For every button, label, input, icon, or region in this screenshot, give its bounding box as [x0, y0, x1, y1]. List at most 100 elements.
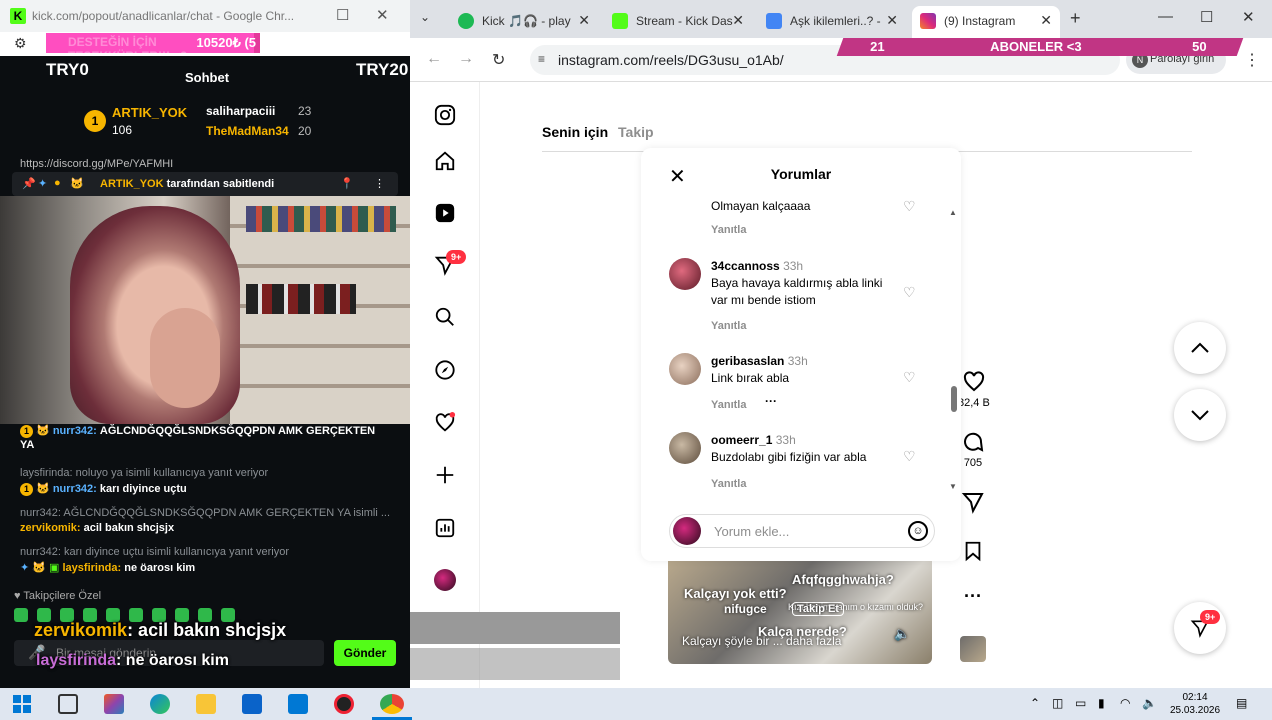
like-comment-icon[interactable]: ♡ — [903, 198, 916, 215]
restore-icon[interactable]: ☐ — [336, 6, 349, 24]
add-comment-input[interactable]: Yorum ekle... ☺ — [669, 514, 935, 548]
search-icon[interactable] — [434, 306, 456, 328]
avatar[interactable] — [669, 432, 701, 464]
reply-link[interactable]: Yanıtla — [711, 397, 746, 414]
close-window-icon[interactable]: ✕ — [1242, 8, 1255, 26]
left-titlebar: K kick.com/popout/anadlicanlar/chat - Go… — [0, 0, 410, 32]
tab-strip: ⌄ Kick 🎵🎧 - play ✕ Stream - Kick Das ✕ Aşk… — [410, 0, 1272, 38]
outlook-icon[interactable] — [288, 694, 308, 714]
copilot-icon[interactable] — [104, 694, 124, 714]
tab-close-icon[interactable]: ✕ — [578, 12, 590, 29]
previous-reel-button[interactable] — [1174, 322, 1226, 374]
reload-icon[interactable]: ↻ — [492, 50, 505, 70]
emoji-icon[interactable]: ☺ — [908, 521, 928, 541]
scroll-down-icon[interactable]: ▼ — [949, 482, 957, 491]
tray-device-icon[interactable]: ▭ — [1075, 696, 1086, 710]
more-options-icon[interactable]: ··· — [964, 586, 982, 607]
create-plus-icon[interactable] — [434, 464, 456, 486]
profile-avatar[interactable] — [434, 569, 456, 591]
sub-goal-current: 21 — [870, 39, 885, 54]
file-explorer-icon[interactable] — [196, 694, 216, 714]
tab-kick-play[interactable]: Kick 🎵🎧 - play ✕ — [450, 6, 598, 38]
reply-link[interactable]: Yanıtla — [711, 476, 746, 493]
edge-icon[interactable] — [150, 694, 170, 714]
forward-icon[interactable]: → — [458, 50, 474, 68]
tab-close-icon[interactable]: ✕ — [732, 12, 744, 29]
rank-1-badge-icon: 1 — [84, 110, 106, 132]
tab-close-icon[interactable]: ✕ — [1040, 12, 1052, 29]
comment-author[interactable]: oomeerr_1 33h — [711, 432, 796, 449]
home-icon[interactable] — [434, 150, 456, 172]
messages-fab[interactable]: 9+ — [1174, 602, 1226, 654]
scroll-up-icon[interactable]: ▲ — [949, 208, 957, 217]
notifications-heart-icon[interactable] — [434, 412, 456, 434]
reply-link[interactable]: Yanıtla — [711, 222, 746, 239]
like-comment-icon[interactable]: ♡ — [903, 369, 916, 386]
share-icon[interactable] — [961, 490, 985, 514]
tray-chevron-icon[interactable]: ⌃ — [1030, 696, 1040, 710]
like-comment-icon[interactable]: ♡ — [903, 448, 916, 465]
tab-kick-stream[interactable]: Stream - Kick Das ✕ — [604, 6, 752, 38]
windows-start-icon[interactable] — [12, 694, 32, 714]
tab-search-icon[interactable]: ⌄ — [420, 10, 430, 24]
system-clock[interactable]: 02:14 25.03.2026 — [1160, 691, 1230, 717]
reels-icon[interactable] — [434, 202, 456, 224]
comment-author[interactable]: geribasaslan 33h — [711, 353, 808, 370]
tray-meet-icon[interactable]: ◫ — [1052, 696, 1063, 710]
kick-icon — [612, 13, 628, 29]
scrollbar-thumb[interactable] — [951, 386, 957, 412]
dashboard-icon[interactable] — [434, 517, 456, 539]
mute-icon[interactable]: 🔈 — [894, 626, 910, 642]
comment-author[interactable]: 34ccannoss 33h — [711, 258, 803, 275]
new-tab-icon[interactable]: + — [1070, 8, 1081, 29]
explore-icon[interactable] — [434, 359, 456, 381]
close-icon[interactable]: ✕ — [376, 6, 389, 24]
reel-description[interactable]: Kalçayı şöyle bir ... daha fazla — [682, 634, 841, 648]
pinned-text: ARTIK_YOK tarafından sabitlendi — [100, 178, 275, 190]
menu-icon[interactable]: ⋮ — [1244, 50, 1260, 70]
discord-link[interactable]: https://discord.gg/MPe/YAFMHI — [20, 158, 173, 170]
kick-logo-icon: K — [10, 8, 26, 24]
volume-icon[interactable]: 🔈 — [1142, 696, 1157, 710]
unpin-icon[interactable]: 📍 — [340, 177, 354, 190]
tab-ask[interactable]: Aşk ikilemleri..? - ✕ — [758, 6, 906, 38]
like-button[interactable]: 82,4 B — [958, 370, 990, 409]
send-button[interactable]: Gönder — [334, 640, 396, 666]
like-comment-icon[interactable]: ♡ — [903, 284, 916, 301]
back-icon[interactable]: ← — [426, 50, 442, 68]
audio-thumbnail[interactable] — [960, 636, 986, 662]
instagram-sidebar: 9+ — [410, 82, 480, 688]
reel-username[interactable]: nifugce — [724, 602, 767, 616]
save-bookmark-icon[interactable] — [962, 540, 984, 562]
tune-icon[interactable]: ⚙ — [14, 35, 27, 52]
battery-icon[interactable]: ▮ — [1098, 696, 1105, 710]
notifications-icon[interactable]: ▤ — [1236, 696, 1247, 710]
tab-for-you[interactable]: Senin için — [542, 124, 608, 140]
leader-1-name[interactable]: ARTIK_YOK — [112, 105, 187, 120]
microsoft-store-icon[interactable] — [242, 694, 262, 714]
leader-2-name[interactable]: saliharpaciii — [206, 104, 275, 118]
instagram-logo-icon[interactable] — [434, 104, 456, 126]
comment-options-icon[interactable]: ··· — [765, 393, 777, 410]
obs-icon[interactable] — [334, 694, 354, 714]
comments-button[interactable]: 705 — [961, 430, 985, 469]
wifi-icon[interactable]: ◠ — [1120, 696, 1130, 710]
comments-scrollbar[interactable]: ▲ ▼ — [949, 208, 957, 491]
task-view-icon[interactable] — [58, 694, 78, 714]
maximize-icon[interactable]: ☐ — [1200, 8, 1213, 26]
next-reel-button[interactable] — [1174, 389, 1226, 441]
more-icon[interactable]: ⋮ — [374, 177, 385, 190]
avatar[interactable] — [669, 258, 701, 290]
pinned-message-bar[interactable]: 📌 ✦ ● 🐱 ARTIK_YOK tarafından sabitlendi … — [12, 172, 398, 196]
chrome-icon[interactable] — [380, 694, 404, 714]
leader-3-name[interactable]: TheMadMan34 — [206, 124, 289, 138]
minimize-icon[interactable]: — — [1158, 8, 1173, 25]
tab-following[interactable]: Takip — [618, 124, 654, 140]
tab-close-icon[interactable]: ✕ — [886, 12, 898, 29]
avatar[interactable] — [669, 353, 701, 385]
reply-link[interactable]: Yanıtla — [711, 318, 746, 335]
site-info-icon[interactable]: ≡ — [538, 52, 545, 66]
follow-button[interactable]: Takip Et — [792, 602, 844, 616]
reel-video[interactable]: Kalçayı yok etti? Afqfqgghwahja? Kızı be… — [668, 560, 932, 664]
tab-instagram[interactable]: (9) Instagram ✕ — [912, 6, 1060, 38]
